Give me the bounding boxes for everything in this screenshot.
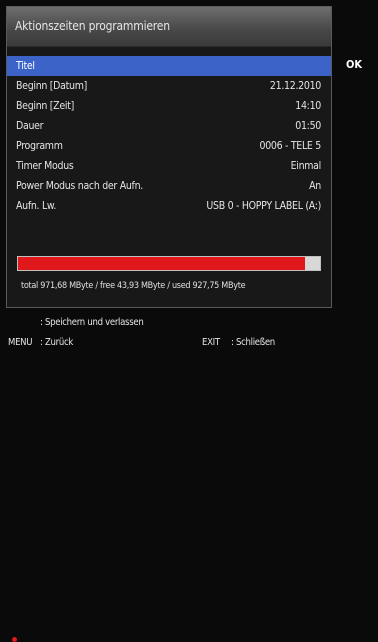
row-value: Einmal [290,160,322,172]
row-value: 0006 - TELE 5 [259,140,321,152]
row-start-time[interactable]: Beginn [Zeit] 14:10 [7,96,331,116]
storage-usage-fill [18,257,305,270]
row-label: Timer Modus [16,160,74,172]
row-title[interactable]: Titel [7,56,331,76]
row-value: 21.12.2010 [269,80,321,92]
row-label: Beginn [Zeit] [16,100,74,112]
row-value: An [309,180,321,192]
row-power-mode[interactable]: Power Modus nach der Aufn. An [7,176,331,196]
row-recording-drive[interactable]: Aufn. Lw. USB 0 - HOPPY LABEL (A:) [7,196,331,216]
save-hint: : Speichern und verlassen [40,317,144,328]
row-label: Aufn. Lw. [16,200,57,212]
dialog-titlebar: Aktionszeiten programmieren [7,7,331,47]
menu-key-label: MENU [8,337,33,348]
red-key-icon [12,637,17,642]
row-start-date[interactable]: Beginn [Datum] 21.12.2010 [7,76,331,96]
row-value: 01:50 [295,120,321,132]
storage-usage-text: total 971,68 MByte / free 43,93 MByte / … [21,281,246,291]
settings-list: Titel Beginn [Datum] 21.12.2010 Beginn [… [7,56,331,216]
row-value: USB 0 - HOPPY LABEL (A:) [206,200,321,212]
row-duration[interactable]: Dauer 01:50 [7,116,331,136]
row-value: 14:10 [295,100,321,112]
timer-dialog: Aktionszeiten programmieren Titel Beginn… [6,6,332,308]
row-label: Beginn [Datum] [16,80,88,92]
back-hint: : Zurück [40,337,74,348]
close-hint: : Schließen [231,337,275,348]
row-label: Dauer [16,120,44,132]
row-label: Titel [16,60,35,72]
storage-usage-bar [17,256,321,271]
row-label: Power Modus nach der Aufn. [16,180,143,192]
ok-button-hint[interactable]: OK [346,58,362,71]
row-channel[interactable]: Programm 0006 - TELE 5 [7,136,331,156]
row-label: Programm [16,140,63,152]
exit-key-label: EXIT [202,337,220,348]
row-timer-mode[interactable]: Timer Modus Einmal [7,156,331,176]
dialog-title: Aktionszeiten programmieren [15,19,170,33]
